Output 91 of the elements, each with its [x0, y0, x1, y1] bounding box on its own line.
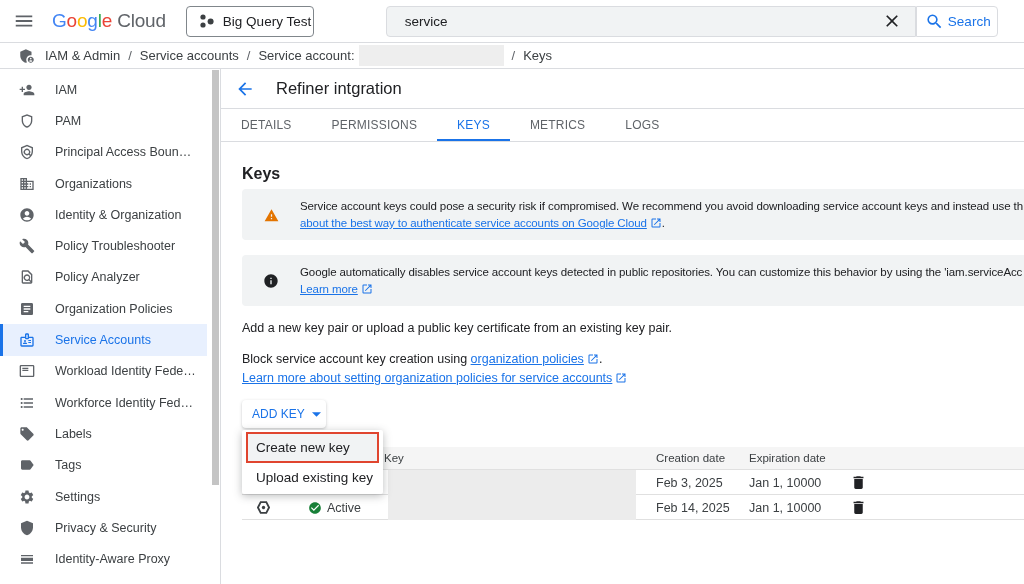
breadcrumb-item[interactable]: IAM & Admin — [45, 48, 121, 63]
sidebar-item-label: Service Accounts — [55, 333, 151, 347]
sidebar-item[interactable]: Policy Analyzer — [0, 261, 207, 294]
sidebar-item[interactable]: Workforce Identity Fed… — [0, 386, 207, 419]
info-icon — [263, 273, 279, 289]
sidebar-item[interactable]: Principal Access Boun… — [0, 136, 207, 168]
document-search-icon — [19, 269, 35, 286]
link[interactable]: organization policies — [470, 352, 599, 366]
breadcrumb-separator: / — [246, 48, 251, 63]
settings-icon — [19, 488, 35, 505]
add-key-button[interactable]: ADD KEY — [242, 400, 326, 428]
column-header: Expiration date — [749, 452, 827, 464]
breadcrumb-separator: / — [511, 48, 516, 63]
page-title: Refiner intgration — [276, 79, 402, 98]
external-link-icon — [586, 353, 599, 365]
sidebar-item[interactable]: PAM — [0, 105, 207, 137]
policy-note: Block service account key creation using organization policies . — [242, 351, 603, 368]
external-link-icon — [649, 217, 662, 229]
caret-icon — [311, 411, 321, 417]
sidebar-item[interactable]: Tags — [0, 449, 207, 481]
document-icon — [19, 300, 35, 317]
warning-icon — [263, 207, 279, 223]
sidebar-item[interactable]: Workload Identity Fede… — [0, 355, 207, 387]
shield-outline-icon — [19, 112, 35, 129]
sidebar-item-label: Privacy & Security — [55, 520, 157, 535]
sidebar-item-label: Policy Troubleshooter — [55, 239, 176, 254]
menu-item[interactable]: Create new key — [246, 432, 379, 463]
sidebar-item-label: Tags — [55, 458, 82, 473]
tab[interactable]: DETAILS — [221, 109, 312, 141]
hexagon-icon — [257, 501, 270, 514]
sidebar-item-label: Workforce Identity Fed… — [55, 395, 193, 410]
tag-icon — [19, 425, 35, 442]
card-icon — [19, 363, 35, 380]
external-link-icon — [360, 283, 373, 295]
scrollbar-thumb[interactable] — [212, 70, 219, 485]
sidebar-item-label: Labels — [55, 426, 92, 441]
tab[interactable]: LOGS — [605, 109, 680, 141]
section-heading: Keys — [242, 164, 281, 184]
search-button[interactable]: Search — [915, 5, 998, 37]
table-cell-text: Feb 3, 2025 — [656, 475, 724, 490]
project-selector-button[interactable]: Big Query Test — [185, 5, 314, 37]
sidebar-item-label: Identity-Aware Proxy — [55, 552, 171, 567]
building-icon — [19, 175, 35, 192]
table-cell-text: Jan 1, 10000 — [749, 475, 823, 490]
column-header: Creation date — [656, 452, 727, 464]
link[interactable]: Learn more about setting organization policies for service accounts — [242, 371, 628, 385]
link[interactable]: Learn more — [300, 283, 373, 295]
shield-search-icon — [19, 144, 35, 161]
id-card-icon — [19, 332, 35, 348]
sidebar-item-label: IAM — [55, 82, 78, 97]
sidebar-item-label: Workload Identity Fede… — [55, 364, 196, 379]
sidebar-item[interactable]: Service Accounts — [0, 324, 207, 356]
sidebar-item[interactable]: Identity & Organization — [0, 199, 207, 231]
wrench-icon — [19, 238, 35, 255]
column-header: Key — [384, 452, 405, 464]
sidebar-item-label: PAM — [55, 113, 82, 128]
sidebar-item[interactable]: Settings — [0, 480, 207, 513]
sidebar-item[interactable]: Organizations — [0, 167, 207, 200]
sidebar-item-label: Identity & Organization — [55, 207, 182, 222]
sidebar-item[interactable]: Organization Policies — [0, 293, 207, 325]
shield-person-icon — [18, 46, 36, 65]
description-text: Add a new key pair or upload a public key certificate from an existing key pair. — [242, 320, 673, 337]
tab[interactable]: KEYS — [437, 109, 510, 141]
sidebar-item-label: Organizations — [55, 176, 133, 191]
tab[interactable]: METRICS — [509, 109, 606, 141]
sidebar-item-label: Policy Analyzer — [55, 270, 140, 285]
dots-icon — [199, 14, 214, 28]
sidebar-item[interactable]: Privacy & Security — [0, 512, 207, 544]
sidebar-item[interactable]: IAM — [0, 74, 207, 106]
shield-icon — [19, 519, 35, 536]
breadcrumb-separator: / — [128, 48, 132, 63]
status-text: Active — [327, 500, 362, 515]
sidebar-item-label: Principal Access Boun… — [55, 145, 192, 160]
external-link-icon — [615, 372, 628, 384]
tab[interactable]: PERMISSIONS — [311, 109, 438, 141]
product-logo[interactable]: Google Cloud — [52, 10, 166, 32]
search-icon — [924, 11, 944, 31]
table-cell-text: Jan 1, 10000 — [749, 500, 823, 515]
table-cell-text: Feb 14, 2025 — [656, 500, 731, 515]
sidebar-item[interactable]: Identity-Aware Proxy — [0, 543, 207, 575]
breadcrumb-item[interactable]: Service account: — [258, 48, 355, 63]
sidebar-item-label: Settings — [55, 489, 101, 504]
alert-text: Google automatically disables service account keys detected in public repositories. You can customize this behavior by using the 'iam.serviceAcc Learn more — [300, 265, 1023, 297]
sidebar-item[interactable]: Policy Troubleshooter — [0, 230, 207, 262]
breadcrumb-item[interactable]: Service accounts — [139, 48, 239, 63]
link[interactable]: about the best way to authenticate service accounts on Google Cloud — [300, 217, 662, 229]
sidebar-item-label: Organization Policies — [55, 301, 173, 316]
search-field[interactable]: service — [385, 5, 916, 37]
sidebar-item[interactable]: Labels — [0, 418, 207, 450]
alert-text: Service account keys could pose a security risk if compromised. We recommend you avoid downloading service account keys and instead use th about the best way to authenticate service accounts on Google Cloud . — [300, 199, 1023, 231]
breadcrumb-item: Keys — [523, 48, 553, 63]
